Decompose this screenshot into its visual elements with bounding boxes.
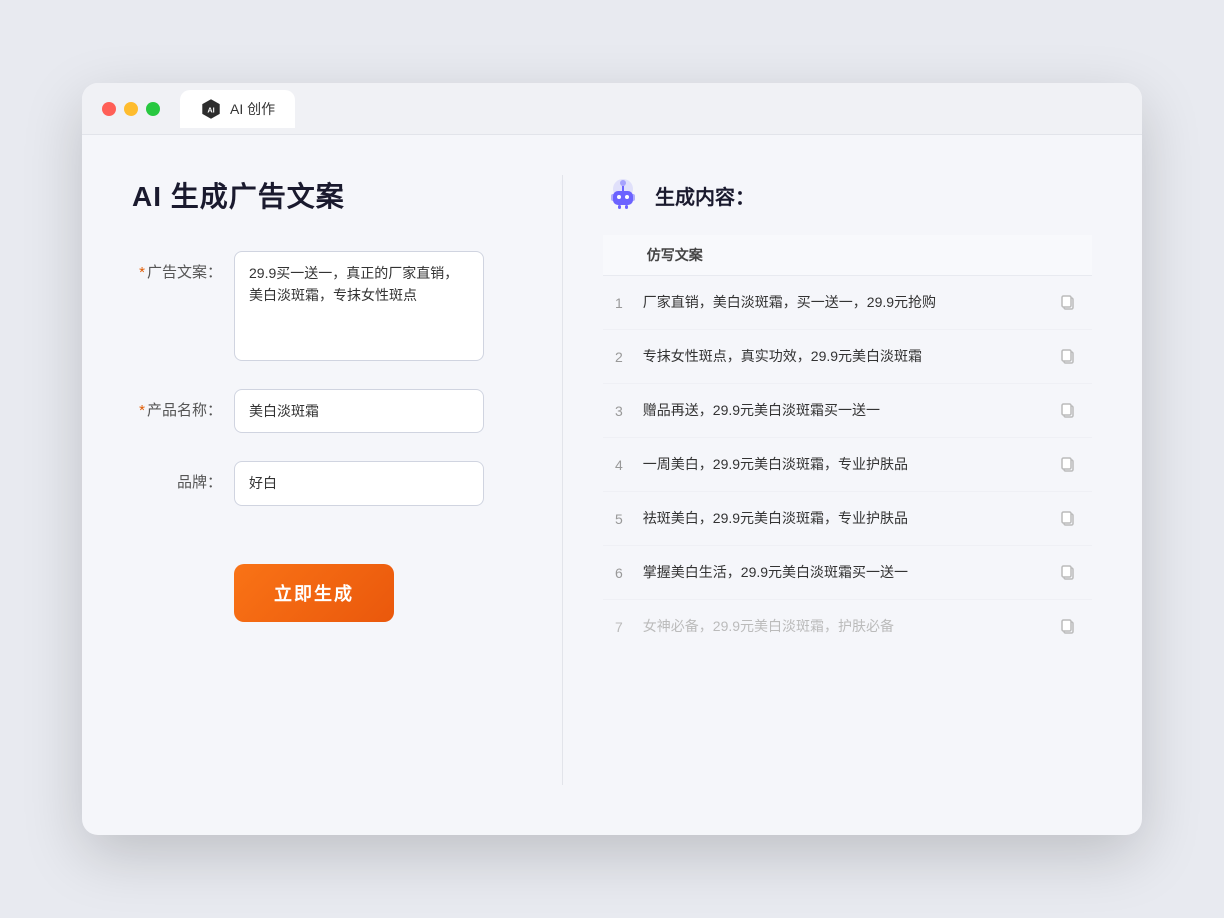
table-row: 2 专抹女性斑点，真实功效，29.9元美白淡斑霜 — [603, 330, 1092, 384]
result-table: 仿写文案 1 厂家直销，美白淡斑霜，买一送一，29.9元抢购 2 专抹女性斑点， — [603, 235, 1092, 653]
table-row: 5 祛斑美白，29.9元美白淡斑霜，专业护肤品 — [603, 492, 1092, 546]
col-text: 仿写文案 — [635, 235, 1044, 276]
result-num: 4 — [603, 438, 635, 492]
result-num: 2 — [603, 330, 635, 384]
product-name-label: *产品名称： — [132, 389, 222, 420]
title-bar: AI AI 创作 — [82, 83, 1142, 135]
result-copy-cell — [1044, 330, 1092, 384]
left-panel: AI 生成广告文案 *广告文案： 29.9买一送一，真正的厂家直销，美白淡斑霜，… — [132, 175, 552, 785]
copy-icon[interactable] — [1056, 506, 1080, 530]
ad-copy-textarea[interactable]: 29.9买一送一，真正的厂家直销，美白淡斑霜，专抹女性斑点 — [234, 251, 484, 361]
result-copy-cell — [1044, 492, 1092, 546]
table-row: 4 一周美白，29.9元美白淡斑霜，专业护肤品 — [603, 438, 1092, 492]
table-row: 1 厂家直销，美白淡斑霜，买一送一，29.9元抢购 — [603, 276, 1092, 330]
result-text: 掌握美白生活，29.9元美白淡斑霜买一送一 — [635, 546, 1044, 600]
bot-icon — [603, 175, 643, 215]
copy-icon[interactable] — [1056, 344, 1080, 368]
generate-button[interactable]: 立即生成 — [234, 564, 394, 622]
traffic-lights — [102, 102, 160, 116]
product-name-required-star: * — [139, 402, 145, 419]
close-button[interactable] — [102, 102, 116, 116]
col-action — [1044, 235, 1092, 276]
ai-tab-label: AI 创作 — [230, 99, 275, 119]
page-title: AI 生成广告文案 — [132, 175, 512, 215]
result-num: 7 — [603, 600, 635, 654]
copy-icon[interactable] — [1056, 560, 1080, 584]
ai-tab-icon: AI — [200, 98, 222, 120]
result-title: 生成内容： — [655, 181, 755, 210]
panel-divider — [562, 175, 563, 785]
result-num: 3 — [603, 384, 635, 438]
result-copy-cell — [1044, 600, 1092, 654]
svg-text:AI: AI — [207, 105, 214, 114]
copy-icon[interactable] — [1056, 452, 1080, 476]
product-name-input[interactable] — [234, 389, 484, 433]
result-copy-cell — [1044, 438, 1092, 492]
result-header: 生成内容： — [603, 175, 1092, 215]
result-text: 厂家直销，美白淡斑霜，买一送一，29.9元抢购 — [635, 276, 1044, 330]
result-num: 6 — [603, 546, 635, 600]
ad-copy-label: *广告文案： — [132, 251, 222, 282]
copy-icon[interactable] — [1056, 614, 1080, 638]
ai-tab[interactable]: AI AI 创作 — [180, 90, 295, 128]
brand-input[interactable] — [234, 461, 484, 505]
result-num: 5 — [603, 492, 635, 546]
result-copy-cell — [1044, 546, 1092, 600]
col-num — [603, 235, 635, 276]
table-row: 7 女神必备，29.9元美白淡斑霜，护肤必备 — [603, 600, 1092, 654]
result-num: 1 — [603, 276, 635, 330]
minimize-button[interactable] — [124, 102, 138, 116]
ad-copy-form-group: *广告文案： 29.9买一送一，真正的厂家直销，美白淡斑霜，专抹女性斑点 — [132, 251, 512, 361]
result-copy-cell — [1044, 276, 1092, 330]
brand-form-group: 品牌： — [132, 461, 512, 505]
ad-copy-required-star: * — [139, 264, 145, 281]
maximize-button[interactable] — [146, 102, 160, 116]
product-name-form-group: *产品名称： — [132, 389, 512, 433]
brand-label: 品牌： — [132, 461, 222, 492]
copy-icon[interactable] — [1056, 398, 1080, 422]
copy-icon[interactable] — [1056, 290, 1080, 314]
content-area: AI 生成广告文案 *广告文案： 29.9买一送一，真正的厂家直销，美白淡斑霜，… — [82, 135, 1142, 835]
result-text: 一周美白，29.9元美白淡斑霜，专业护肤品 — [635, 438, 1044, 492]
result-copy-cell — [1044, 384, 1092, 438]
table-row: 3 赠品再送，29.9元美白淡斑霜买一送一 — [603, 384, 1092, 438]
result-text: 专抹女性斑点，真实功效，29.9元美白淡斑霜 — [635, 330, 1044, 384]
right-panel: 生成内容： 仿写文案 1 厂家直销，美白淡斑霜，买一送一，29.9元抢购 — [573, 175, 1092, 785]
result-text: 祛斑美白，29.9元美白淡斑霜，专业护肤品 — [635, 492, 1044, 546]
browser-window: AI AI 创作 AI 生成广告文案 *广告文案： 29.9买一送一，真正的厂家… — [82, 83, 1142, 835]
result-text: 女神必备，29.9元美白淡斑霜，护肤必备 — [635, 600, 1044, 654]
table-row: 6 掌握美白生活，29.9元美白淡斑霜买一送一 — [603, 546, 1092, 600]
result-text: 赠品再送，29.9元美白淡斑霜买一送一 — [635, 384, 1044, 438]
